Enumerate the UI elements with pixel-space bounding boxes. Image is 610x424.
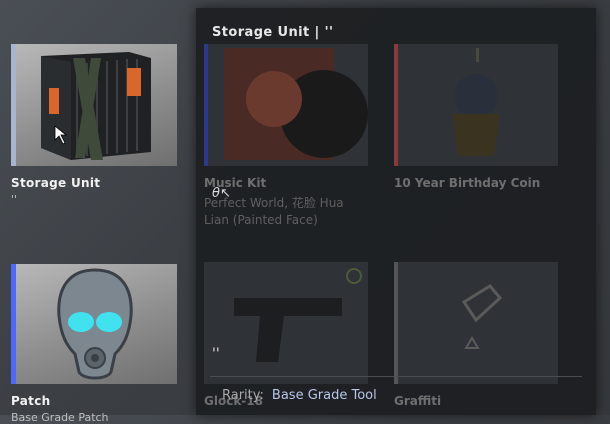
music-kit-art <box>224 48 368 160</box>
rarity-label: Rarity: <box>222 388 264 403</box>
storage-unit-subtitle: '' <box>11 193 18 206</box>
storage-unit-thumbnail[interactable] <box>11 44 177 166</box>
birthday-coin-card <box>394 44 558 166</box>
storage-container-icon <box>41 52 151 160</box>
tooltip-name-value: '' <box>212 346 220 362</box>
storage-unit-card[interactable]: Storage Unit '' <box>11 44 177 226</box>
patch-subtitle: Base Grade Patch <box>11 411 109 424</box>
storage-unit-title: Storage Unit <box>11 176 101 190</box>
birthday-coin-art <box>452 48 500 156</box>
tooltip-title: Storage Unit | '' <box>212 25 334 40</box>
tooltip-glyph: θ↖ <box>212 186 231 201</box>
graffiti-label: Graffiti <box>394 394 442 408</box>
rarity-value: Base Grade Tool <box>271 388 377 403</box>
gas-mask-skull-patch-icon <box>57 268 133 380</box>
patch-card[interactable]: Patch Base Grade Patch <box>11 264 177 424</box>
glock-card <box>204 262 368 384</box>
birthday-coin-label: 10 Year Birthday Coin <box>394 176 541 190</box>
patch-thumbnail[interactable] <box>11 264 177 384</box>
glock-art <box>234 268 362 362</box>
rarity-row: Rarity: Base Grade Tool <box>222 388 377 403</box>
music-kit-card <box>204 44 368 166</box>
item-tooltip: Storage Unit | '' Music Kit Perfect Worl… <box>196 8 596 415</box>
tooltip-divider <box>210 376 582 377</box>
graffiti-art <box>461 284 503 349</box>
patch-title: Patch <box>11 394 51 408</box>
graffiti-card <box>394 262 558 384</box>
